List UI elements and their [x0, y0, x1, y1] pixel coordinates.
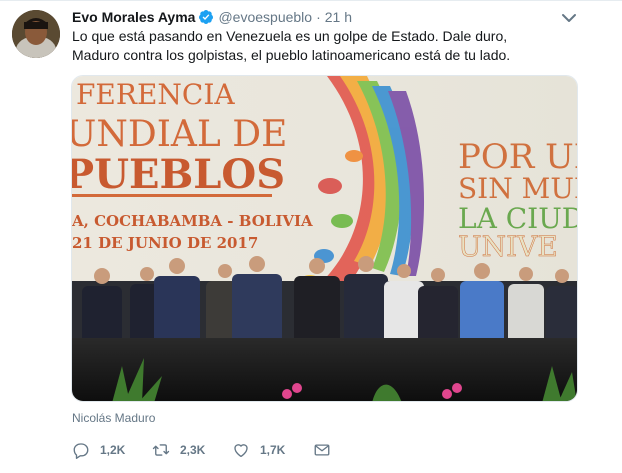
- tweet-header: Evo Morales Ayma @evoespueblo · 21 h: [72, 7, 352, 27]
- heart-icon: [234, 444, 248, 458]
- banner-right-line: UNIVE: [458, 230, 558, 263]
- author-name[interactable]: Evo Morales Ayma: [72, 9, 195, 25]
- retweet-button[interactable]: 2,3K: [152, 441, 205, 459]
- media-caption[interactable]: Nicolás Maduro: [72, 411, 155, 425]
- separator-dot: ·: [316, 9, 321, 25]
- author-handle[interactable]: @evoespueblo: [218, 9, 312, 25]
- tweet-text-line: Maduro contra los golpistas, el pueblo l…: [72, 47, 511, 63]
- like-button[interactable]: 1,7K: [232, 441, 285, 459]
- banner-left-line: UNDIAL DE: [72, 114, 287, 155]
- top-divider: [0, 0, 622, 1]
- verified-badge-icon: [199, 10, 214, 24]
- reply-button[interactable]: 1,2K: [72, 441, 125, 459]
- tweet-media-photo[interactable]: FERENCIA UNDIAL DE PUEBLOS A, COCHABAMBA…: [71, 75, 578, 402]
- reply-count: 1,2K: [100, 443, 126, 457]
- banner-left-line: A, COCHABAMBA - BOLIVIA: [72, 212, 313, 230]
- chevron-down-icon[interactable]: [560, 11, 578, 25]
- banner-left-line: 21 DE JUNIO DE 2017: [72, 234, 258, 252]
- tweet-text: Lo que está pasando en Venezuela es un g…: [72, 27, 592, 65]
- banner-left-line: FERENCIA: [76, 78, 235, 111]
- tweet-text-line: Lo que está pasando en Venezuela es un g…: [72, 28, 508, 44]
- like-count: 1,7K: [260, 443, 286, 457]
- retweet-icon: [152, 444, 170, 456]
- reply-icon: [73, 443, 89, 459]
- direct-message-button[interactable]: [313, 441, 331, 459]
- banner-right-line: SIN MUR: [458, 172, 578, 205]
- retweet-count: 2,3K: [180, 443, 206, 457]
- banner-right-line: POR UN: [458, 137, 578, 177]
- tweet-timestamp[interactable]: 21 h: [325, 9, 352, 25]
- avatar[interactable]: [12, 10, 60, 58]
- banner-left-line: PUEBLOS: [72, 151, 285, 198]
- envelope-icon: [314, 444, 330, 456]
